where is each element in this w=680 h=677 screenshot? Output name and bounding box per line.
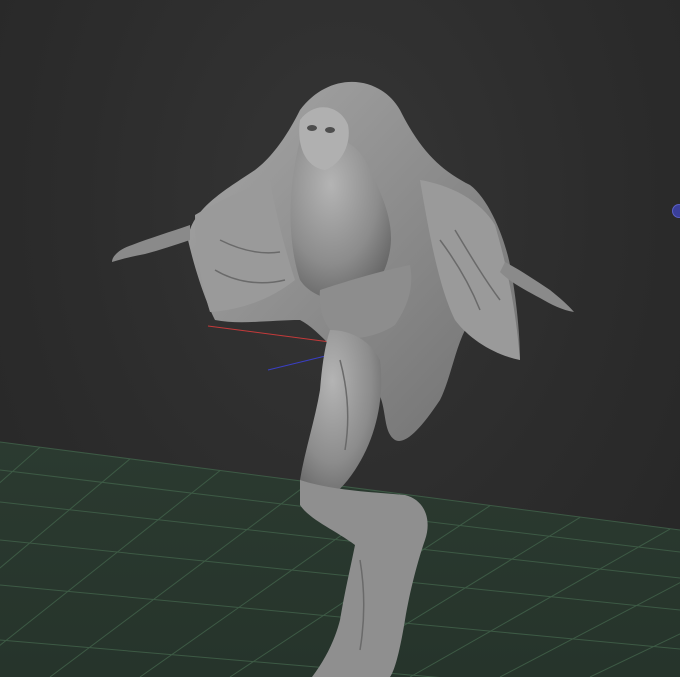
model-eye-right <box>325 127 335 133</box>
model-left-hand <box>112 225 190 262</box>
scene-canvas[interactable] <box>0 0 680 677</box>
model-eye-left <box>307 125 317 131</box>
model-leg <box>300 330 382 500</box>
navigation-gizmo-dot-icon[interactable] <box>672 204 680 218</box>
x-axis-line <box>207 325 331 343</box>
3d-viewport[interactable] <box>0 0 680 677</box>
